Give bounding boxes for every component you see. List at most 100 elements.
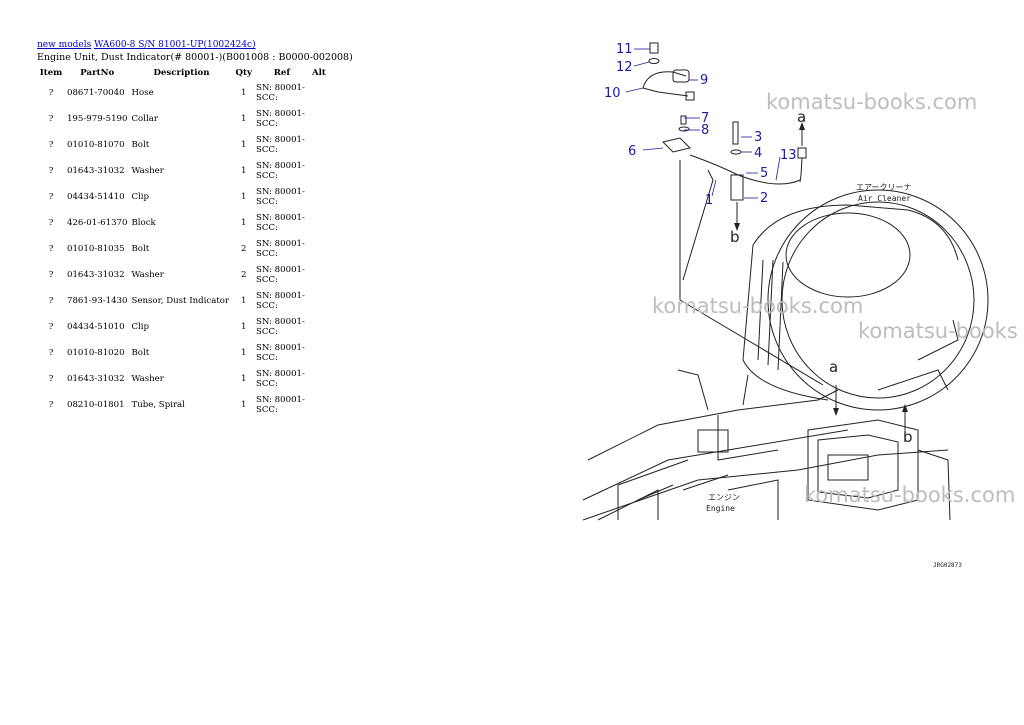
cell-part: 01643-31032 [67,270,125,280]
cell-ref-sn: SN: 80001- [255,109,305,119]
cell-part: 7861-93-1430 [67,296,128,306]
parts-table: Item PartNo Description Qty Ref Alt ? 086… [37,66,328,418]
cell-part: 01010-81020 [67,348,125,358]
cell-ref-sn: SN: 80001- [255,291,305,301]
callout-label: 9 [700,73,708,88]
cell-alt [310,392,328,418]
parts-diagram: エンジン Engine エアークリーナ Air Cleaner 11129107… [582,42,1018,569]
cell-part: 08671-70040 [67,88,125,98]
watermark-text: komatsu-books [858,319,1018,343]
table-row: ? 01643-31032 Washer 1 SN: 80001- SCC: [37,366,328,392]
cell-ref-scc: SCC: [255,249,278,259]
table-row: ? 01010-81020 Bolt 1 SN: 80001- SCC: [37,340,328,366]
cell-qty: 1 [240,192,247,202]
callout-label: 3 [754,130,762,145]
cell-qty: 2 [240,244,247,254]
cell-item: ? [48,218,54,228]
cell-item: ? [48,192,54,202]
cell-ref: SN: 80001- SCC: [254,392,310,418]
callout-label: 5 [760,166,768,181]
callout-label: 4 [754,146,762,161]
figure-code: JRG02873 [933,562,962,569]
cell-item: ? [48,88,54,98]
cell-qty: 2 [240,270,247,280]
header-ref: Ref [273,68,291,78]
cell-ref: SN: 80001- SCC: [254,158,310,184]
cell-ref-scc: SCC: [255,379,278,389]
cell-qty: 1 [240,348,247,358]
table-row: ? 04434-51010 Clip 1 SN: 80001- SCC: [37,314,328,340]
cell-ref: SN: 80001- SCC: [254,340,310,366]
cell-alt [310,80,328,106]
cell-item: ? [48,374,54,384]
cell-alt [310,288,328,314]
callout-label: 6 [628,144,636,159]
cell-desc: Hose [131,88,154,98]
cell-alt [310,132,328,158]
cell-desc: Block [131,218,156,228]
cell-ref-scc: SCC: [255,145,278,155]
cell-ref-scc: SCC: [255,353,278,363]
cell-ref-scc: SCC: [255,327,278,337]
header-partno: PartNo [80,68,115,78]
cell-item: ? [48,270,54,280]
callout-label: 11 [616,42,633,57]
cell-qty: 1 [240,218,247,228]
cell-desc: Bolt [131,244,150,254]
cell-ref: SN: 80001- SCC: [254,236,310,262]
table-row: ? 08671-70040 Hose 1 SN: 80001- SCC: [37,80,328,106]
cell-desc: Washer [131,374,164,384]
callout-label: 8 [701,123,709,138]
cell-part: 01643-31032 [67,166,125,176]
cell-ref-sn: SN: 80001- [255,265,305,275]
page-subtitle: Engine Unit, Dust Indicator(# 80001-)(B0… [37,52,353,63]
cell-qty: 1 [240,114,247,124]
cell-ref-scc: SCC: [255,223,278,233]
cell-ref-scc: SCC: [255,301,278,311]
table-header-row: Item PartNo Description Qty Ref Alt [37,66,328,80]
table-row: ? 01643-31032 Washer 1 SN: 80001- SCC: [37,158,328,184]
cell-ref: SN: 80001- SCC: [254,210,310,236]
watermark-text: komatsu-books.com [766,90,977,114]
cell-desc: Clip [131,322,150,332]
cell-alt [310,106,328,132]
breadcrumb-link-models[interactable]: new models [37,40,91,50]
table-row: ? 01010-81035 Bolt 2 SN: 80001- SCC: [37,236,328,262]
cell-desc: Washer [131,270,164,280]
cell-item: ? [48,114,54,124]
cell-ref-sn: SN: 80001- [255,369,305,379]
cell-qty: 1 [240,374,247,384]
breadcrumb-link-machine[interactable]: WA600-8 S/N 81001-UP(1002424c) [94,40,256,50]
callout-label: 10 [604,86,621,101]
cell-alt [310,236,328,262]
engine-label-en: Engine [706,504,735,513]
cell-ref-scc: SCC: [255,405,278,415]
cell-ref-scc: SCC: [255,197,278,207]
cell-item: ? [48,140,54,150]
cell-item: ? [48,244,54,254]
air-cleaner-label-jp: エアークリーナ [856,183,912,192]
cell-ref-sn: SN: 80001- [255,83,305,93]
cell-desc: Tube, Spiral [131,400,185,410]
cell-item: ? [48,322,54,332]
cell-part: 08210-01801 [67,400,125,410]
cell-ref-scc: SCC: [255,171,278,181]
cell-ref: SN: 80001- SCC: [254,366,310,392]
header-description: Description [153,68,210,78]
callout-label: 13 [780,148,797,163]
cell-ref-sn: SN: 80001- [255,161,305,171]
cell-desc: Bolt [131,348,150,358]
cell-ref: SN: 80001- SCC: [254,106,310,132]
cell-part: 01010-81035 [67,244,125,254]
watermarks: komatsu-books.comkomatsu-books.comkomats… [652,90,1018,507]
cell-part: 04434-51010 [67,322,125,332]
callout-label: b [903,428,913,446]
cell-alt [310,262,328,288]
cell-qty: 1 [240,296,247,306]
cell-part: 01010-81070 [67,140,125,150]
engine-label-jp: エンジン [708,493,740,502]
cell-ref: SN: 80001- SCC: [254,288,310,314]
callout-label: 12 [616,60,633,75]
cell-item: ? [48,348,54,358]
cell-alt [310,366,328,392]
